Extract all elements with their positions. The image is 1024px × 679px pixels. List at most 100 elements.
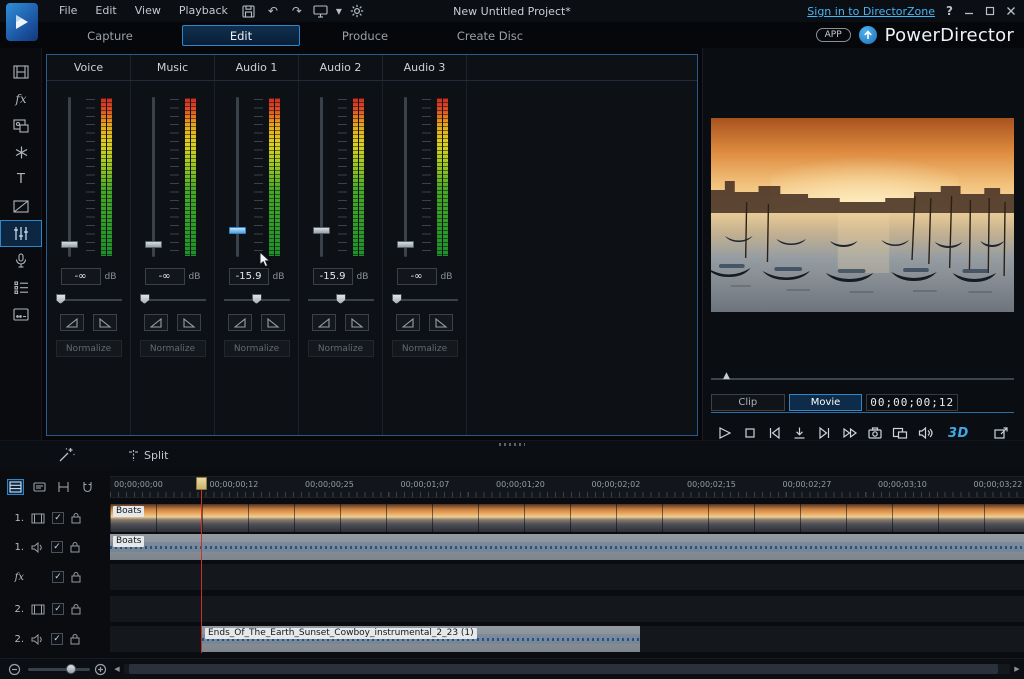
video-track-2[interactable] — [110, 596, 1024, 622]
lock-icon[interactable] — [71, 512, 81, 524]
preview-display-icon[interactable] — [310, 2, 332, 20]
sidebar-item-voice-over-room[interactable] — [0, 247, 42, 274]
menu-edit[interactable]: Edit — [86, 0, 125, 22]
pan-handle[interactable] — [336, 294, 346, 304]
normalize-button[interactable]: Normalize — [392, 340, 458, 357]
preview-window-button[interactable] — [890, 425, 909, 441]
play-button[interactable] — [715, 425, 734, 441]
zoom-out-icon[interactable] — [8, 663, 21, 676]
gain-value[interactable]: -15.9 — [313, 268, 353, 285]
stop-button[interactable] — [740, 425, 759, 441]
minimize-icon[interactable] — [964, 6, 974, 16]
sidebar-item-effect-room[interactable]: fx — [0, 85, 42, 112]
magic-tools-icon[interactable] — [58, 446, 75, 463]
maximize-icon[interactable] — [985, 6, 995, 16]
sidebar-item-subtitle-room[interactable] — [0, 301, 42, 328]
lock-icon[interactable] — [71, 603, 81, 615]
normalize-button[interactable]: Normalize — [308, 340, 374, 357]
fade-out-button[interactable] — [429, 314, 453, 331]
audio-clip-boats[interactable]: Boats — [110, 534, 1024, 560]
sidebar-item-transition-room[interactable] — [0, 193, 42, 220]
scroll-right-icon[interactable]: ▶ — [1010, 661, 1024, 677]
lock-icon[interactable] — [70, 633, 80, 645]
audio-track-2[interactable]: Ends_Of_The_Earth_Sunset_Cowboy_instrume… — [110, 626, 1024, 652]
tab-movie[interactable]: Movie — [789, 394, 863, 411]
menu-file[interactable]: File — [50, 0, 86, 22]
track-manager-icon[interactable] — [7, 479, 24, 495]
upgrade-icon[interactable] — [859, 26, 877, 44]
normalize-button[interactable]: Normalize — [140, 340, 206, 357]
settings-gear-icon[interactable] — [346, 2, 368, 20]
zoom-slider-handle[interactable] — [66, 664, 76, 674]
track-enable-checkbox[interactable]: ✓ — [52, 603, 64, 615]
playhead-line[interactable] — [201, 477, 202, 653]
pan-handle[interactable] — [56, 294, 66, 304]
pan-slider[interactable] — [392, 294, 458, 305]
redo-icon[interactable]: ↷ — [286, 2, 308, 20]
3d-toggle-button[interactable]: 3D — [948, 426, 969, 441]
save-project-icon[interactable] — [238, 2, 260, 20]
pan-slider[interactable] — [224, 294, 290, 305]
tab-clip[interactable]: Clip — [711, 394, 785, 411]
gain-value[interactable]: -∞ — [397, 268, 437, 285]
capture-thumbnail-button[interactable] — [790, 425, 809, 441]
fade-in-button[interactable] — [144, 314, 168, 331]
normalize-button[interactable]: Normalize — [224, 340, 290, 357]
fader-handle[interactable] — [313, 227, 330, 234]
zoom-in-icon[interactable] — [94, 663, 107, 676]
pan-slider[interactable] — [140, 294, 206, 305]
video-clip-boats[interactable]: Boats — [110, 504, 1024, 532]
seek-position-marker[interactable]: ▲ — [723, 370, 730, 382]
playhead-marker[interactable] — [196, 477, 207, 490]
fader-handle[interactable] — [61, 241, 78, 248]
undock-preview-button[interactable] — [991, 425, 1010, 441]
sidebar-item-particle-room[interactable] — [0, 139, 42, 166]
lock-icon[interactable] — [71, 571, 81, 583]
gain-value[interactable]: -∞ — [61, 268, 101, 285]
fade-out-button[interactable] — [177, 314, 201, 331]
sidebar-item-pip-objects-room[interactable] — [0, 112, 42, 139]
volume-button[interactable] — [915, 425, 934, 441]
sidebar-item-media-room[interactable] — [0, 58, 42, 85]
lock-icon[interactable] — [70, 541, 80, 553]
audio-clip-instrumental[interactable]: Ends_Of_The_Earth_Sunset_Cowboy_instrume… — [202, 626, 640, 652]
track-enable-checkbox[interactable]: ✓ — [52, 512, 64, 524]
fx-track[interactable] — [110, 564, 1024, 590]
pan-handle[interactable] — [252, 294, 262, 304]
preview-seek-bar[interactable]: ▲ — [711, 370, 1014, 384]
track-enable-checkbox[interactable]: ✓ — [51, 633, 63, 645]
timeline-ruler[interactable]: 00;00;00;00 00;00;00;12 00;00;00;25 00;0… — [110, 476, 1024, 498]
tab-create-disc[interactable]: Create Disc — [438, 25, 542, 46]
fade-in-button[interactable] — [396, 314, 420, 331]
menu-playback[interactable]: Playback — [170, 0, 237, 22]
sidebar-item-chapter-room[interactable] — [0, 274, 42, 301]
scrollbar-thumb[interactable] — [129, 664, 998, 674]
fade-in-button[interactable] — [228, 314, 252, 331]
gain-value[interactable]: -∞ — [145, 268, 185, 285]
timecode-display[interactable]: 00;00;00;12 — [866, 394, 958, 411]
fade-out-button[interactable] — [345, 314, 369, 331]
fader-handle[interactable] — [397, 241, 414, 248]
fast-forward-button[interactable] — [840, 425, 859, 441]
app-badge[interactable]: APP — [816, 28, 851, 42]
track-enable-checkbox[interactable]: ✓ — [51, 541, 63, 553]
pan-slider[interactable] — [56, 294, 122, 305]
sidebar-item-title-room[interactable]: T — [0, 166, 42, 193]
scrollbar-track[interactable] — [124, 664, 1010, 674]
snapshot-button[interactable] — [865, 425, 884, 441]
pan-handle[interactable] — [392, 294, 402, 304]
panel-splitter-handle[interactable] — [499, 443, 525, 446]
normalize-button[interactable]: Normalize — [56, 340, 122, 357]
close-icon[interactable] — [1006, 6, 1016, 16]
pan-handle[interactable] — [140, 294, 150, 304]
fade-out-button[interactable] — [261, 314, 285, 331]
fader-handle[interactable] — [229, 227, 246, 234]
video-track-1[interactable]: Boats — [110, 504, 1024, 532]
gain-value[interactable]: -15.9 — [229, 268, 269, 285]
help-icon[interactable]: ? — [946, 4, 953, 18]
menu-view[interactable]: View — [126, 0, 170, 22]
fade-in-button[interactable] — [312, 314, 336, 331]
undo-icon[interactable]: ↶ — [262, 2, 284, 20]
next-frame-button[interactable] — [815, 425, 834, 441]
scroll-left-icon[interactable]: ◀ — [110, 661, 124, 677]
